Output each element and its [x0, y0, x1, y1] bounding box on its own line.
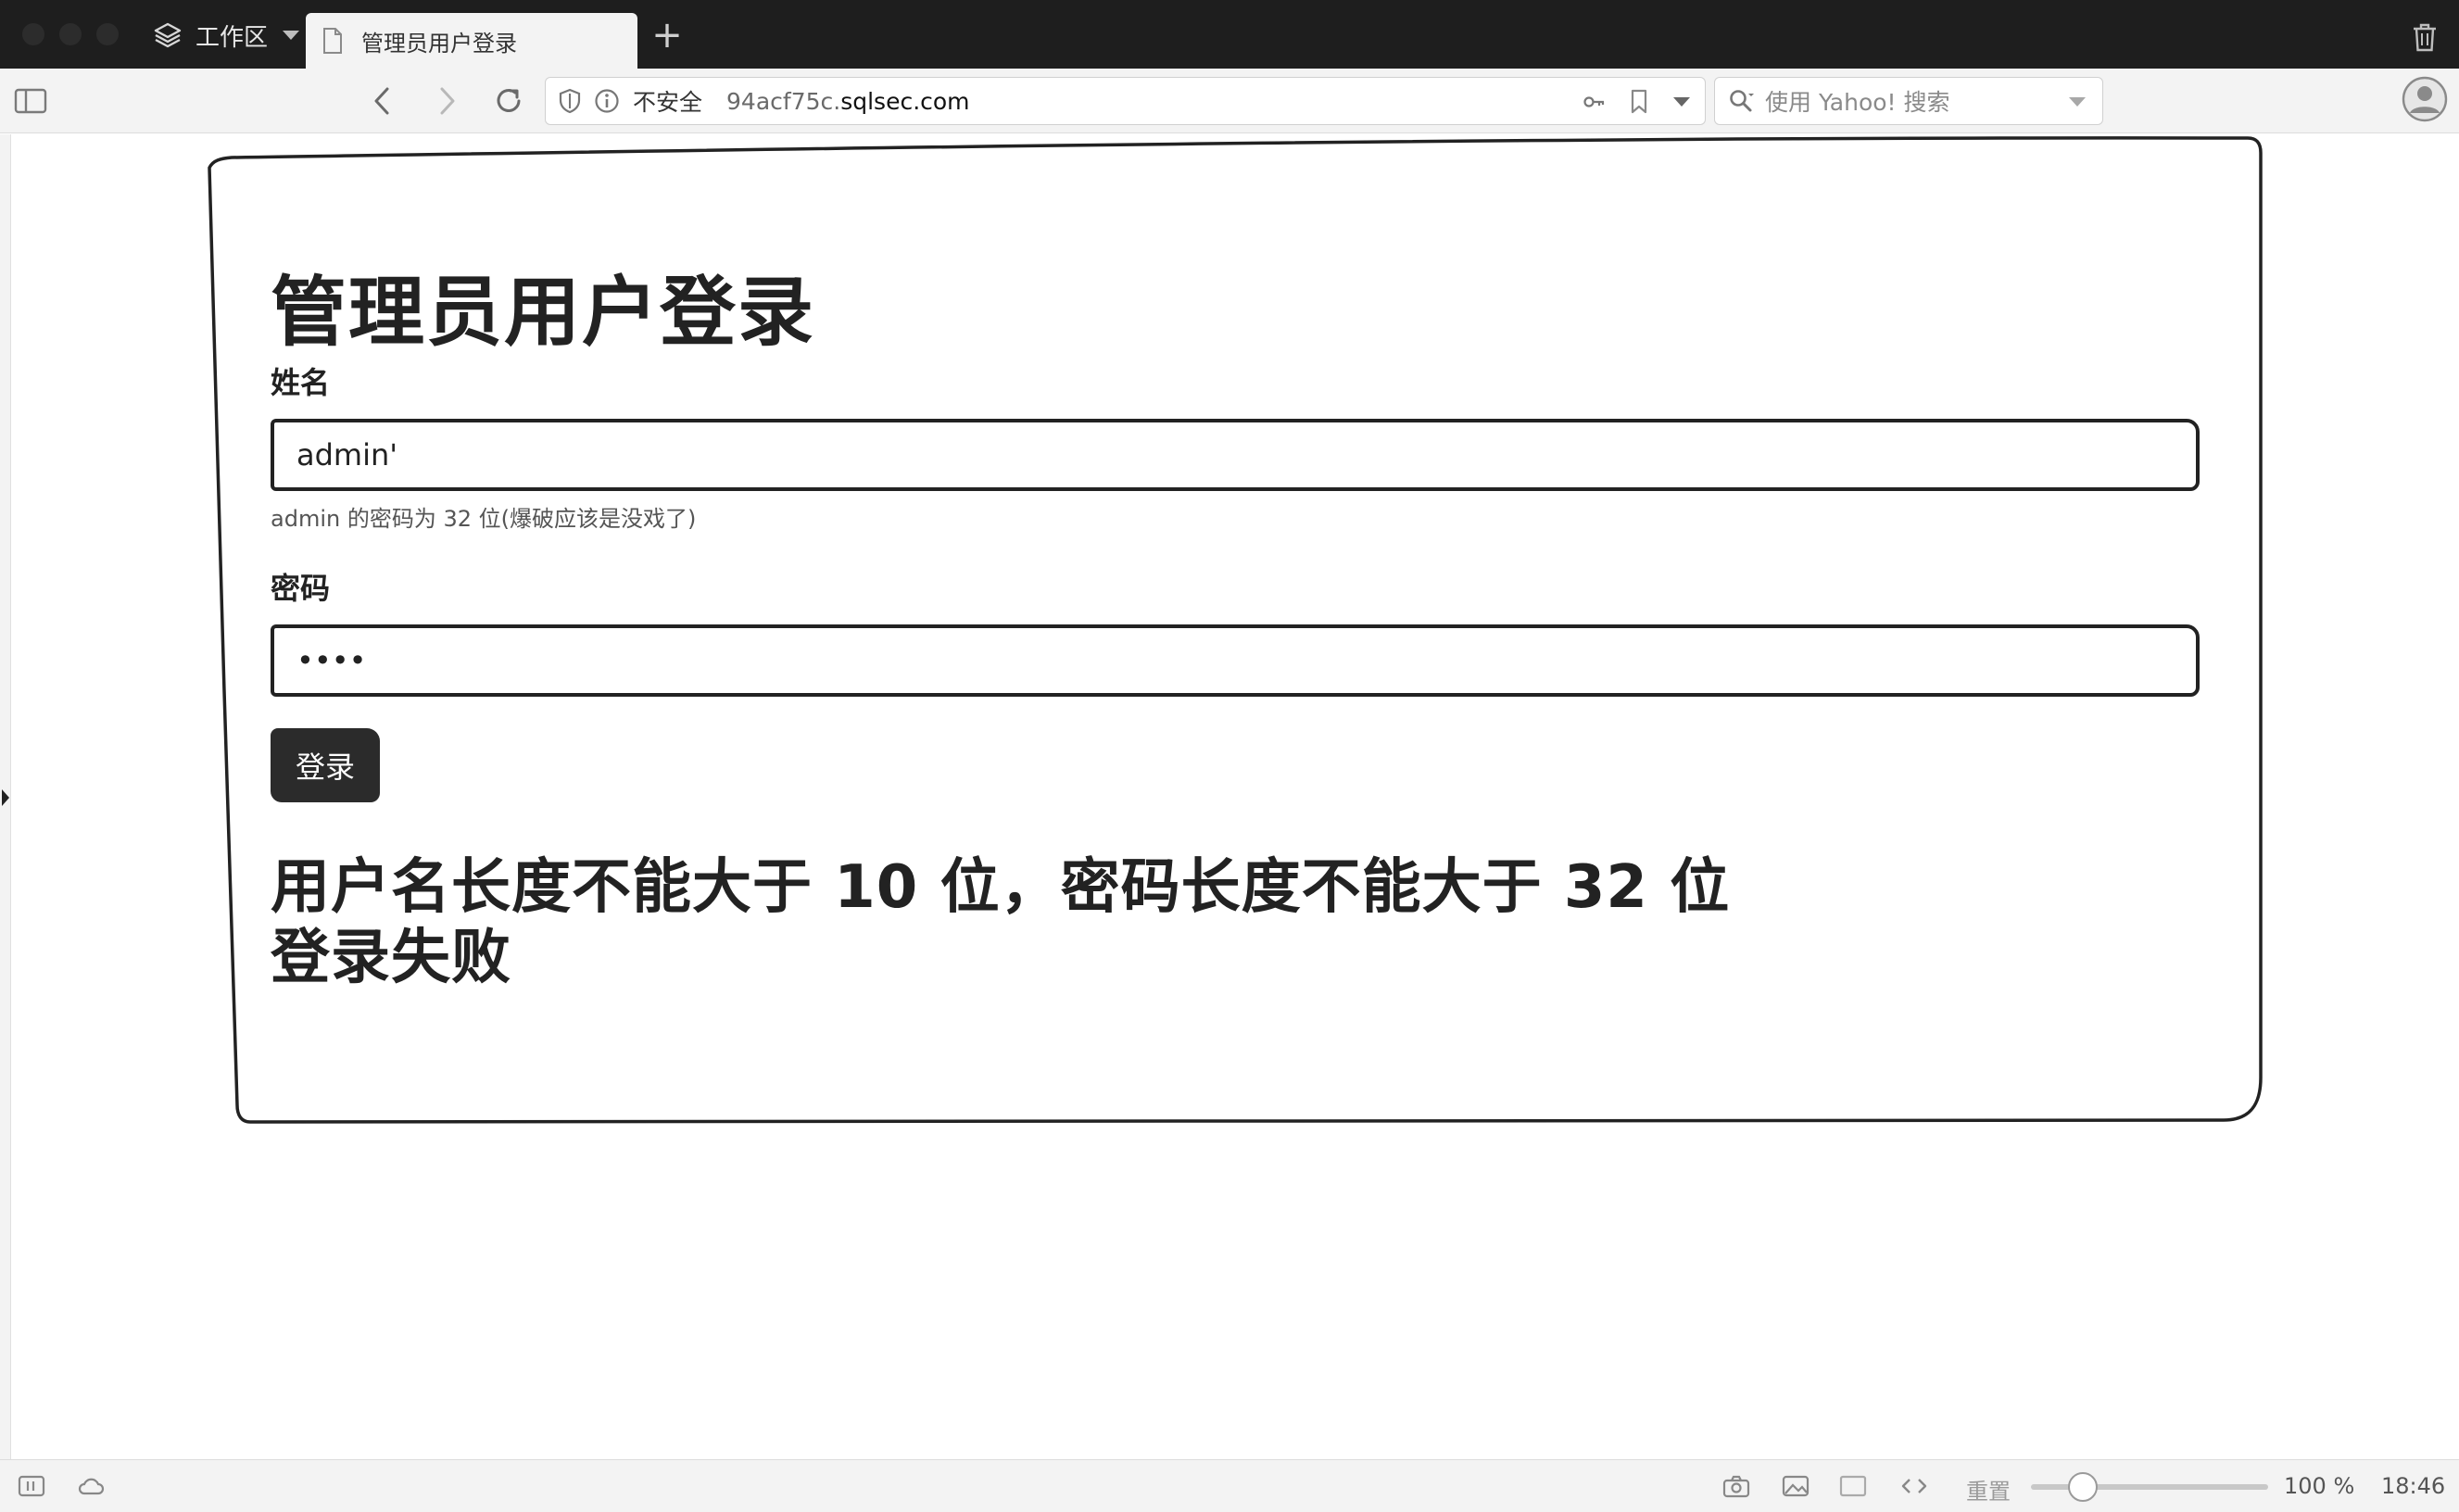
- username-value: admin': [296, 437, 398, 472]
- code-icon[interactable]: [1899, 1473, 1929, 1499]
- status-bar: 重置 100 % 18:46: [0, 1459, 2459, 1512]
- window-minimize-button[interactable]: [59, 23, 82, 45]
- workspace-stack-icon: [154, 22, 182, 48]
- trash-icon[interactable]: [2411, 22, 2439, 52]
- back-icon[interactable]: [365, 83, 400, 119]
- chevron-down-icon: [283, 31, 300, 40]
- workspace-menu[interactable]: 工作区: [153, 19, 300, 52]
- window-close-button[interactable]: [22, 23, 44, 45]
- error-message-failed: 登录失败: [271, 924, 511, 992]
- window-icon[interactable]: [1838, 1473, 1868, 1499]
- username-hint: admin 的密码为 32 位(爆破应该是没戏了): [271, 506, 697, 532]
- username-input[interactable]: admin': [271, 419, 2200, 491]
- info-icon[interactable]: [594, 88, 620, 114]
- tab-title: 管理员用户登录: [361, 30, 517, 57]
- document-icon: [323, 28, 342, 54]
- panel-icon[interactable]: [17, 1473, 46, 1499]
- shield-icon[interactable]: [559, 88, 581, 114]
- password-label: 密码: [271, 571, 331, 606]
- panel-expand-icon[interactable]: [2, 789, 9, 806]
- tab-active[interactable]: 管理员用户登录: [306, 13, 637, 69]
- profile-icon[interactable]: [2402, 76, 2448, 122]
- page-title: 管理员用户登录: [271, 269, 816, 357]
- navigation-toolbar: 不安全 94acf75c. sqlsec.com 使用 Yahoo! 搜索: [0, 69, 2459, 133]
- zoom-level[interactable]: 100 %: [2284, 1473, 2354, 1499]
- key-icon[interactable]: [1583, 90, 1607, 114]
- password-value: ••••: [296, 643, 367, 678]
- window-zoom-button[interactable]: [96, 23, 119, 45]
- username-label: 姓名: [271, 365, 331, 400]
- reload-icon[interactable]: [491, 83, 526, 119]
- address-bar[interactable]: 不安全 94acf75c. sqlsec.com: [545, 77, 1706, 125]
- security-status: 不安全: [633, 89, 703, 116]
- workspace-label: 工作区: [195, 23, 269, 52]
- sidebar-toggle-icon[interactable]: [13, 83, 48, 119]
- forward-icon[interactable]: [429, 83, 464, 119]
- search-placeholder: 使用 Yahoo! 搜索: [1765, 89, 1950, 116]
- chevron-down-icon[interactable]: [2069, 97, 2086, 107]
- bookmark-icon[interactable]: [1629, 89, 1649, 115]
- login-button[interactable]: 登录: [271, 728, 380, 802]
- url-domain: sqlsec.com: [840, 87, 970, 115]
- zoom-slider-track[interactable]: [2031, 1484, 2268, 1490]
- zoom-reset-button[interactable]: 重置: [1966, 1473, 2011, 1506]
- search-icon: [1730, 90, 1754, 112]
- zoom-slider-knob[interactable]: [2068, 1472, 2098, 1502]
- search-field[interactable]: 使用 Yahoo! 搜索: [1714, 77, 2103, 125]
- chevron-down-icon[interactable]: [1671, 94, 1692, 109]
- tab-bar: 工作区 管理员用户登录 +: [0, 0, 2459, 69]
- new-tab-button[interactable]: +: [649, 17, 686, 54]
- cloud-icon[interactable]: [76, 1473, 106, 1499]
- password-input[interactable]: ••••: [271, 624, 2200, 697]
- url-subdomain: 94acf75c.: [726, 87, 841, 115]
- address-bar-actions: [1583, 89, 1692, 115]
- image-icon[interactable]: [1781, 1473, 1810, 1499]
- camera-icon[interactable]: [1721, 1473, 1751, 1499]
- clock: 18:46: [2381, 1473, 2446, 1499]
